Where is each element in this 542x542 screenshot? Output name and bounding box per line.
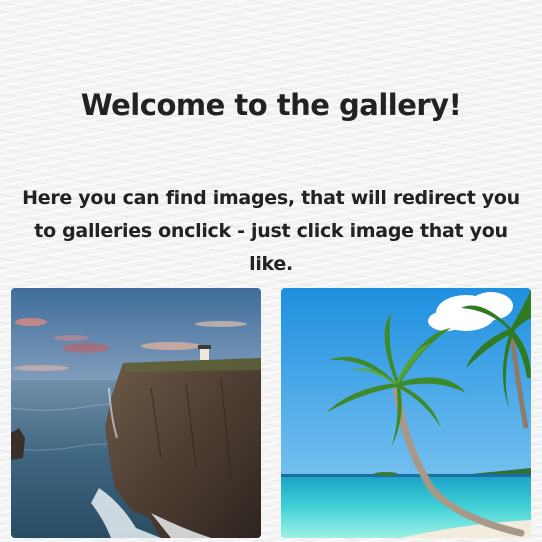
intro-text: Here you can find images, that will redi… <box>22 187 520 275</box>
page-title: Welcome to the gallery! <box>80 88 462 122</box>
cliff-lighthouse-image <box>11 288 261 538</box>
gallery-link-cliff[interactable] <box>11 288 261 538</box>
gallery-link-beach[interactable] <box>281 288 531 538</box>
tropical-beach-image <box>281 288 531 538</box>
